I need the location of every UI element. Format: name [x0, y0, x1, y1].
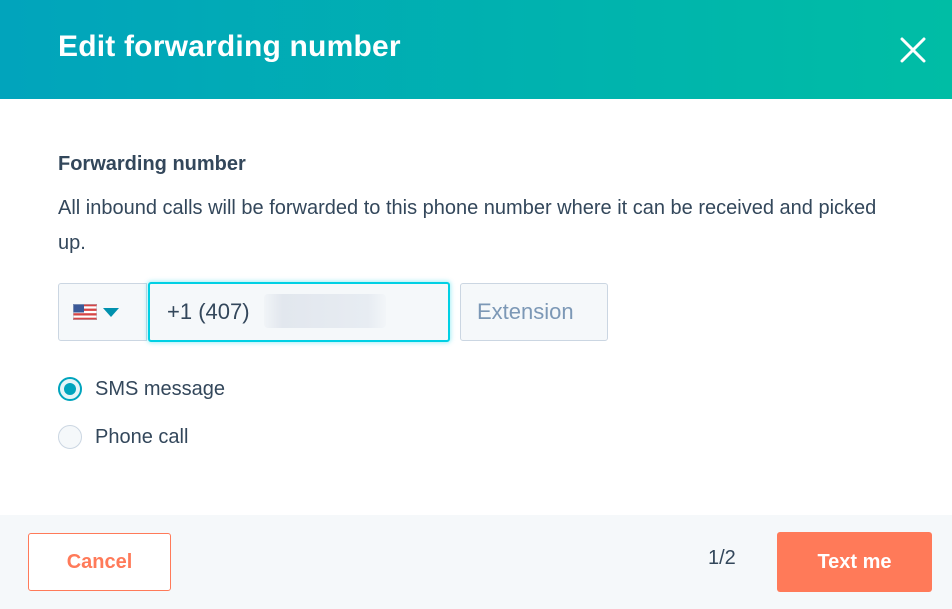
radio-option-phone-call[interactable]: Phone call — [58, 425, 188, 449]
country-select[interactable] — [58, 283, 147, 341]
text-me-button[interactable]: Text me — [777, 532, 932, 592]
modal-header: Edit forwarding number — [0, 0, 952, 99]
modal-title: Edit forwarding number — [58, 30, 401, 63]
radio-dot — [64, 383, 76, 395]
modal-footer: Cancel 1/2 Text me — [0, 515, 952, 609]
phone-number-value: +1 (407) — [167, 299, 250, 324]
radio-option-sms[interactable]: SMS message — [58, 377, 225, 401]
step-indicator: 1/2 — [708, 547, 736, 569]
us-flag-icon — [73, 304, 97, 320]
radio-label-phone-call: Phone call — [95, 425, 189, 448]
phone-number-input[interactable]: +1 (407) — [148, 282, 450, 342]
section-description: All inbound calls will be forwarded to t… — [58, 197, 877, 254]
redacted-digits — [264, 294, 386, 328]
radio-unselected-icon[interactable] — [58, 425, 82, 449]
cancel-button[interactable]: Cancel — [28, 533, 171, 591]
radio-selected-icon[interactable] — [58, 377, 82, 401]
section-label: Forwarding number — [58, 153, 246, 175]
close-icon — [900, 37, 926, 63]
close-button[interactable] — [896, 33, 930, 67]
extension-input[interactable] — [460, 283, 608, 341]
radio-label-sms: SMS message — [95, 377, 226, 400]
caret-down-icon — [103, 307, 119, 317]
